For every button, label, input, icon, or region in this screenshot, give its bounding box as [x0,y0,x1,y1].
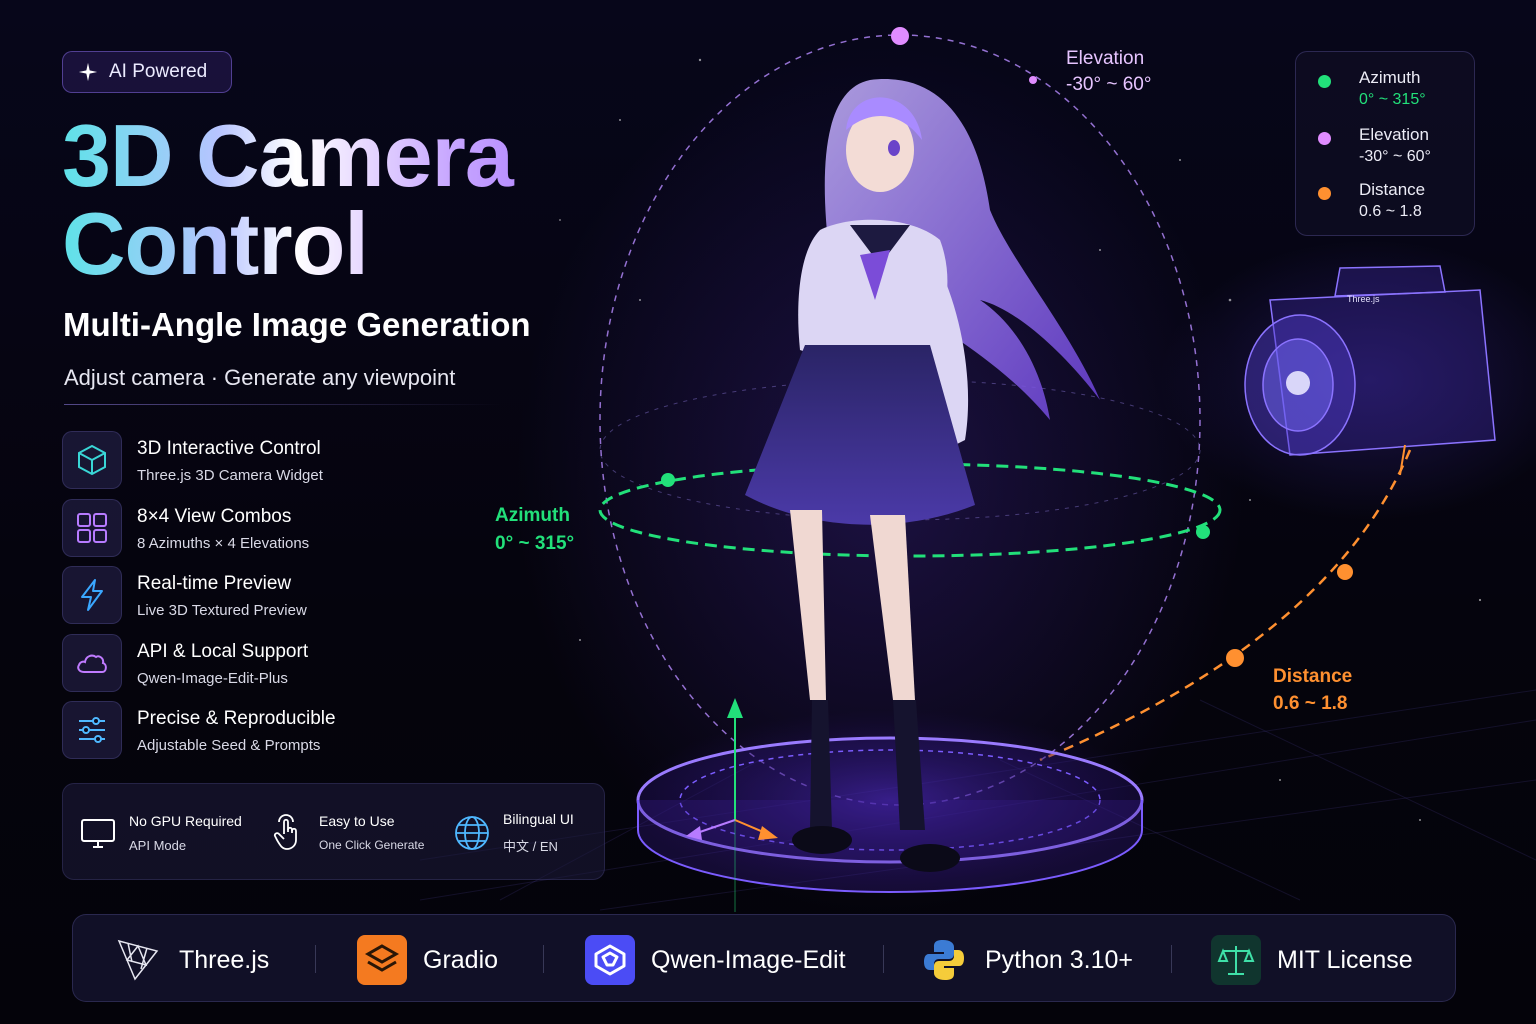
elevation-handle[interactable] [891,27,909,45]
separator [883,945,884,973]
elevation-range: -30° ~ 60° [1066,74,1152,95]
tech-label: Python 3.10+ [985,945,1134,974]
tech-label: Three.js [179,945,270,974]
threejs-icon [113,935,163,985]
azimuth-handle[interactable] [1196,525,1210,539]
elevation-dot [1318,132,1331,145]
qwen-icon [585,935,635,985]
platform-base [637,800,1143,893]
camera-brand-text: Three.js [1347,294,1380,304]
distance-label: Distance [1273,666,1353,687]
parameter-legend: Azimuth 0° ~ 315° Elevation -30° ~ 60° D… [1295,51,1475,236]
elevation-marker [1029,76,1037,84]
tech-label: Gradio [423,945,499,974]
tech-gradio: Gradio [357,935,498,985]
separator [543,945,544,973]
separator [315,945,316,973]
distance-dot [1318,187,1331,200]
legend-range: 0° ~ 315° [1359,91,1426,108]
legend-range: 0.6 ~ 1.8 [1359,203,1422,220]
tech-label: Qwen-Image-Edit [651,945,846,974]
azimuth-range: 0° ~ 315° [495,533,575,554]
legend-name: Distance [1359,180,1426,199]
azimuth-dot [1318,75,1331,88]
separator [1171,945,1172,973]
azimuth-handle[interactable] [661,473,675,487]
tech-label: MIT License [1277,945,1413,974]
gradio-icon [357,935,407,985]
legend-name: Azimuth [1359,68,1421,87]
python-icon [919,935,969,985]
distance-range: 0.6 ~ 1.8 [1273,693,1348,714]
legend-name: Elevation [1359,125,1429,144]
elevation-label: Elevation [1066,48,1145,69]
tech-threejs: Three.js [113,935,269,985]
distance-handle[interactable] [1337,564,1353,580]
azimuth-label: Azimuth [495,505,570,526]
scale-icon [1211,935,1261,985]
distance-handle[interactable] [1226,649,1244,667]
tech-python: Python 3.10+ [919,935,1133,985]
tech-stack-bar: Three.js Gradio Qwen-Image-Edit Python 3… [72,914,1456,1002]
tech-qwen: Qwen-Image-Edit [585,935,846,985]
distance-arc [1039,449,1412,762]
tech-mit: MIT License [1211,935,1413,985]
legend-range: -30° ~ 60° [1359,148,1431,165]
